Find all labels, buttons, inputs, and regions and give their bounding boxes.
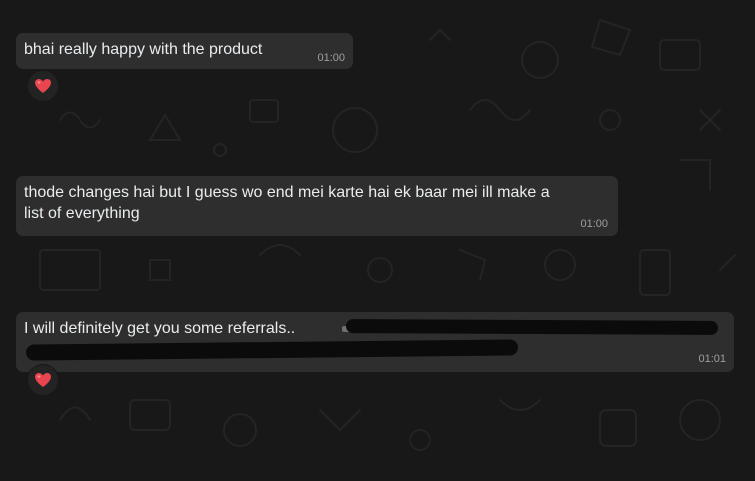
redaction-mark bbox=[25, 339, 519, 361]
message-timestamp: 01:00 bbox=[317, 52, 345, 64]
heart-icon bbox=[35, 79, 51, 93]
chat-area: bhai really happy with the product 01:00… bbox=[0, 0, 755, 481]
heart-icon bbox=[35, 373, 51, 387]
message-bubble[interactable]: thode changes hai but I guess wo end mei… bbox=[16, 176, 618, 236]
message-bubble[interactable]: bhai really happy with the product 01:00 bbox=[16, 33, 353, 69]
message-bubble[interactable]: I will definitely get you some referrals… bbox=[16, 312, 734, 372]
message-text-line: thode changes hai but I guess wo end mei… bbox=[24, 184, 550, 201]
heart-reaction[interactable] bbox=[27, 364, 59, 396]
message-timestamp: 01:00 bbox=[580, 218, 608, 230]
message-text-line: list of everything bbox=[24, 205, 140, 222]
message-text: bhai really happy with the product bbox=[24, 41, 263, 58]
message-timestamp: 01:01 bbox=[698, 353, 726, 365]
heart-reaction[interactable] bbox=[27, 70, 59, 102]
message-text: I will definitely get you some referrals… bbox=[24, 320, 296, 337]
message-text: thode changes hai but I guess wo end mei… bbox=[24, 182, 550, 224]
doodle-wallpaper bbox=[19, 18, 736, 451]
redaction-mark bbox=[345, 319, 719, 335]
